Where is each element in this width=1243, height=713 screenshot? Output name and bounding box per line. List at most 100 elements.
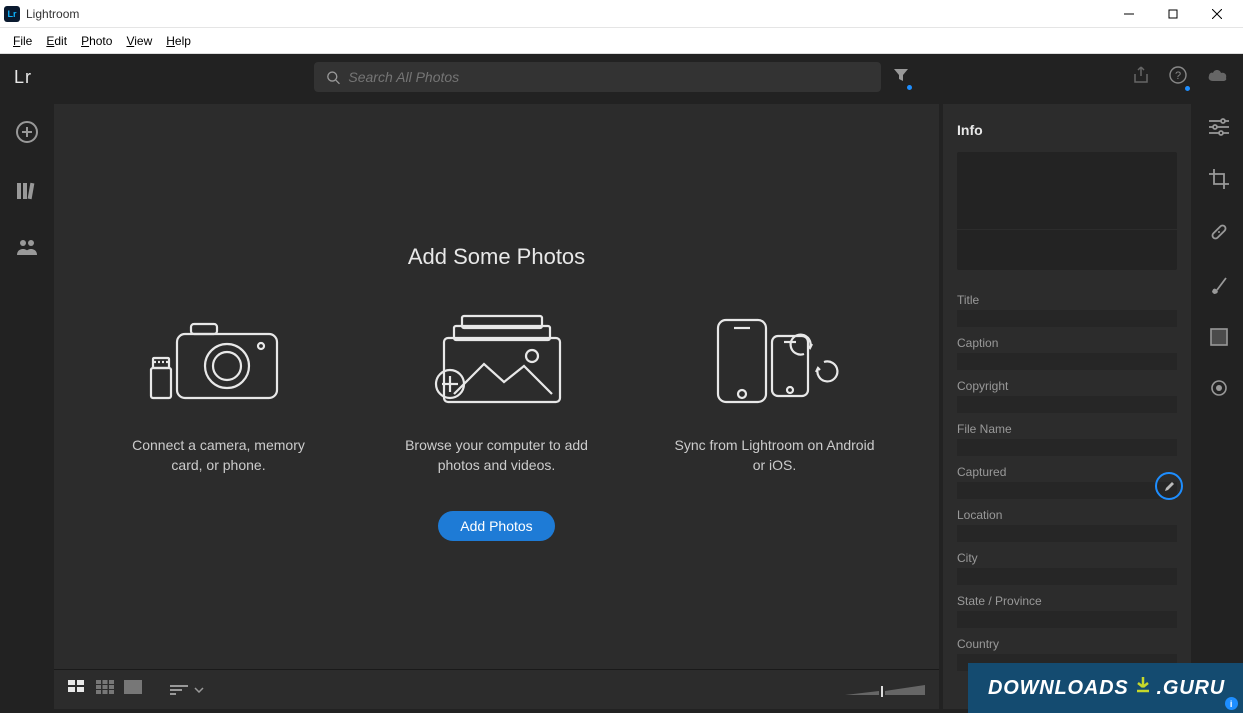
radial-icon [1210, 379, 1228, 397]
info-panel: Info Title Caption Copyright File Name C… [943, 104, 1191, 709]
sliders-icon [1209, 118, 1229, 136]
window-controls [1107, 0, 1239, 28]
field-copyright[interactable] [957, 396, 1177, 413]
field-location[interactable] [957, 525, 1177, 542]
onboard-card-camera: Connect a camera, memory card, or phone. [119, 306, 319, 475]
radial-button[interactable] [1210, 379, 1228, 402]
left-rail [0, 100, 54, 713]
library-button[interactable] [16, 181, 38, 206]
onboard-card-browse: Browse your computer to add photos and v… [397, 306, 597, 475]
info-preview-area [957, 152, 1177, 270]
app-icon: Lr [4, 6, 20, 22]
window-title: Lightroom [26, 7, 79, 21]
download-arrow-icon [1133, 675, 1153, 701]
add-button[interactable] [15, 120, 39, 149]
brush-button[interactable] [1209, 275, 1229, 300]
label-title: Title [957, 293, 1177, 307]
library-icon [16, 181, 38, 201]
single-view-icon [124, 680, 142, 694]
info-bubble-icon: i [1225, 697, 1238, 710]
label-state: State / Province [957, 594, 1177, 608]
funnel-icon [893, 67, 909, 83]
zoom-slider[interactable] [845, 684, 925, 696]
main-area: Add Some Photos Conne [0, 100, 1243, 713]
field-filename[interactable] [957, 439, 1177, 456]
watermark-right: .GURU [1157, 677, 1225, 700]
zoom-wedge-icon [845, 685, 925, 697]
label-copyright: Copyright [957, 379, 1177, 393]
help-indicator-dot [1185, 86, 1190, 91]
edit-captured-button[interactable] [1155, 472, 1183, 500]
label-city: City [957, 551, 1177, 565]
bottom-bar [54, 669, 939, 709]
app-topbar: Lr ? [0, 54, 1243, 100]
filter-indicator-dot [907, 85, 912, 90]
heal-button[interactable] [1209, 222, 1229, 247]
field-captured[interactable] [957, 482, 1177, 499]
label-caption: Caption [957, 336, 1177, 350]
label-country: Country [957, 637, 1177, 651]
label-filename: File Name [957, 422, 1177, 436]
chevron-down-icon [194, 687, 204, 693]
help-button[interactable]: ? [1169, 66, 1187, 89]
field-city[interactable] [957, 568, 1177, 585]
menu-file[interactable]: File [6, 34, 39, 48]
label-captured: Captured [957, 465, 1177, 479]
onboard-cap-sync: Sync from Lightroom on Android or iOS. [675, 436, 875, 475]
search-container[interactable] [314, 62, 881, 92]
grid-small-icon [68, 680, 86, 694]
add-photos-button[interactable]: Add Photos [438, 511, 554, 541]
center-canvas: Add Some Photos Conne [54, 104, 939, 709]
field-caption[interactable] [957, 353, 1177, 370]
menu-help[interactable]: Help [159, 34, 198, 48]
filter-button[interactable] [893, 67, 909, 88]
people-button[interactable] [15, 238, 39, 261]
camera-icon [149, 316, 289, 406]
close-button[interactable] [1195, 0, 1239, 28]
sort-icon [170, 684, 188, 696]
help-icon: ? [1169, 66, 1187, 84]
field-title[interactable] [957, 310, 1177, 327]
menubar: File Edit Photo View Help [0, 28, 1243, 54]
minimize-button[interactable] [1107, 0, 1151, 28]
info-panel-title: Info [957, 122, 1177, 138]
logo: Lr [14, 67, 32, 88]
menu-view[interactable]: View [119, 34, 159, 48]
view-grid-large[interactable] [96, 680, 114, 699]
pencil-icon [1163, 480, 1176, 493]
svg-text:?: ? [1175, 70, 1181, 82]
people-icon [15, 238, 39, 256]
cloud-button[interactable] [1207, 67, 1229, 88]
crop-icon [1209, 169, 1229, 189]
onboarding-heading: Add Some Photos [408, 244, 585, 270]
onboarding-row: Connect a camera, memory card, or phone. [119, 306, 875, 475]
search-input[interactable] [348, 69, 869, 85]
image-stack-icon [432, 314, 562, 406]
plus-circle-icon [15, 120, 39, 144]
onboard-cap-browse: Browse your computer to add photos and v… [397, 436, 597, 475]
watermark: DOWNLOADS .GURU i [968, 663, 1243, 713]
view-single[interactable] [124, 680, 142, 699]
devices-sync-icon [710, 314, 840, 406]
grid-large-icon [96, 680, 114, 694]
search-icon [326, 70, 340, 85]
crop-button[interactable] [1209, 169, 1229, 194]
field-state[interactable] [957, 611, 1177, 628]
share-button[interactable] [1133, 66, 1149, 89]
share-icon [1133, 66, 1149, 84]
sort-button[interactable] [170, 684, 204, 696]
gradient-icon [1210, 328, 1228, 346]
gradient-button[interactable] [1210, 328, 1228, 351]
view-grid-small[interactable] [68, 680, 86, 699]
brush-icon [1209, 275, 1229, 295]
menu-edit[interactable]: Edit [39, 34, 74, 48]
onboard-cap-camera: Connect a camera, memory card, or phone. [119, 436, 319, 475]
menu-photo[interactable]: Photo [74, 34, 119, 48]
adjust-button[interactable] [1209, 118, 1229, 141]
maximize-button[interactable] [1151, 0, 1195, 28]
watermark-left: DOWNLOADS [988, 677, 1129, 700]
label-location: Location [957, 508, 1177, 522]
bandage-icon [1209, 222, 1229, 242]
onboard-card-sync: Sync from Lightroom on Android or iOS. [675, 306, 875, 475]
right-rail [1195, 100, 1243, 713]
